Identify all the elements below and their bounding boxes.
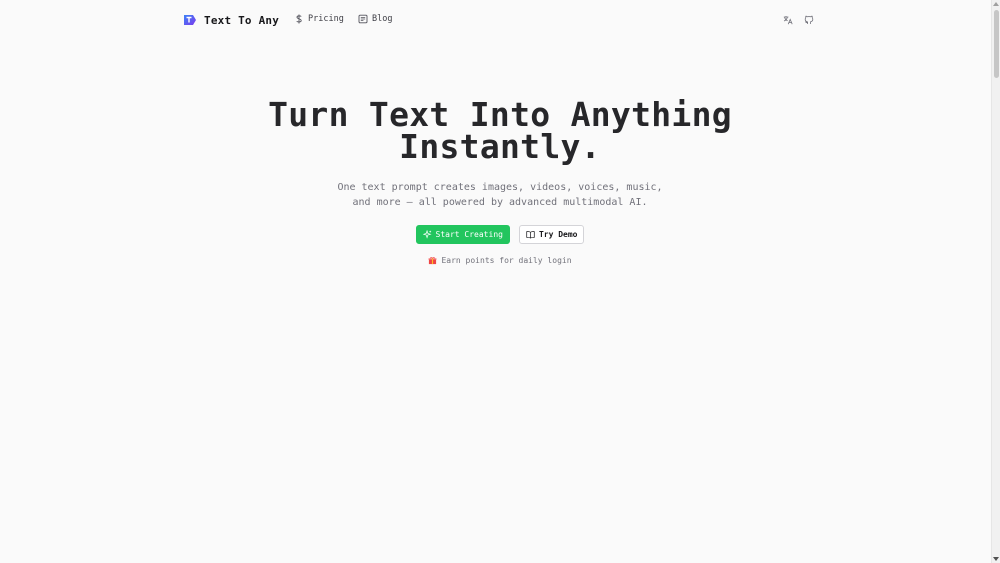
nav-blog-label: Blog <box>372 14 393 24</box>
nav-blog[interactable]: Blog <box>358 14 392 24</box>
book-open-icon <box>526 231 535 239</box>
logo-icon <box>184 15 196 25</box>
gift-icon <box>429 257 437 265</box>
translate-icon[interactable] <box>783 15 793 25</box>
daily-reward-note: Earn points for daily login <box>0 256 1000 265</box>
scroll-down-icon[interactable] <box>993 557 999 561</box>
scrollbar-thumb[interactable] <box>994 10 999 78</box>
page: Text To Any Pricing Blog Turn Text Into … <box>0 0 1000 563</box>
dollar-icon <box>296 14 302 24</box>
cta-buttons: Start Creating Try Demo <box>0 225 1000 244</box>
hero-title-line2: Instantly. <box>399 127 601 166</box>
sparkles-icon <box>422 230 432 239</box>
start-creating-label: Start Creating <box>435 230 503 239</box>
hero-subtitle-line1: One text prompt creates images, videos, … <box>337 182 663 193</box>
scrollbar[interactable] <box>991 0 1000 563</box>
nav-pricing-label: Pricing <box>308 14 344 24</box>
hero-title: Turn Text Into Anything Instantly. <box>0 98 1000 166</box>
try-demo-label: Try Demo <box>538 230 578 239</box>
try-demo-button[interactable]: Try Demo <box>518 225 585 244</box>
daily-reward-text: Earn points for daily login <box>441 256 572 265</box>
header: Text To Any Pricing Blog <box>0 0 991 42</box>
nav-pricing[interactable]: Pricing <box>294 14 344 24</box>
scroll-up-icon[interactable] <box>993 2 999 6</box>
start-creating-button[interactable]: Start Creating <box>415 225 510 244</box>
hero-subtitle: One text prompt creates images, videos, … <box>0 180 1000 210</box>
logo-text: Text To Any <box>204 13 280 27</box>
logo-link[interactable]: Text To Any <box>183 13 279 27</box>
hero-subtitle-line2: and more — all powered by advanced multi… <box>352 197 648 208</box>
github-icon[interactable] <box>804 15 814 25</box>
newspaper-icon <box>358 14 368 24</box>
